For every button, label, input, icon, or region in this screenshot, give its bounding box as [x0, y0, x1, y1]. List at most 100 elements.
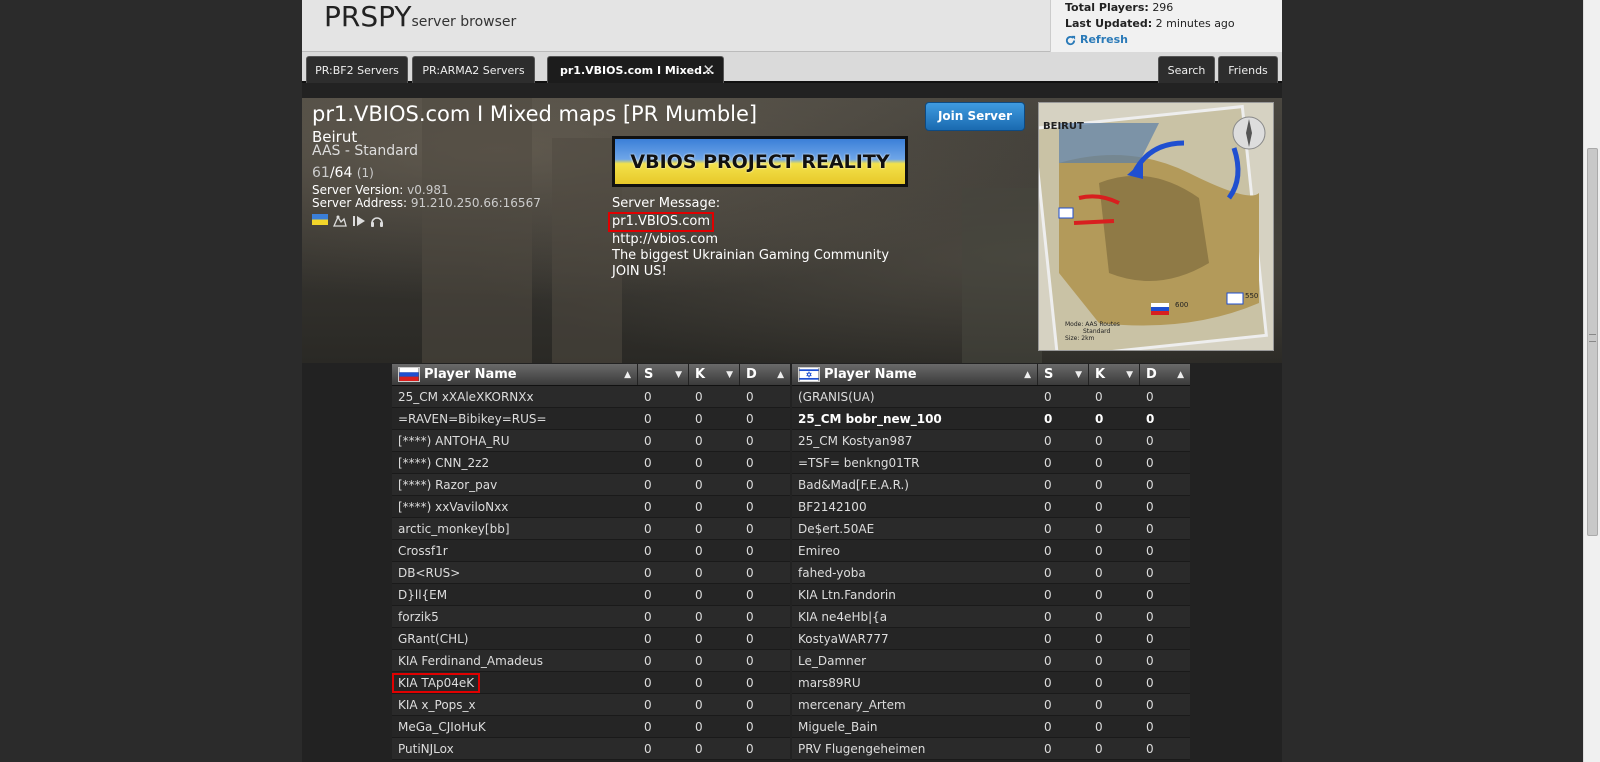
header-label: K [1095, 367, 1106, 382]
sort-desc-icon: ▼ [1075, 370, 1082, 380]
sort-score[interactable]: S ▼ [1038, 364, 1089, 385]
table-row[interactable]: DB<RUS> 0 0 0 [392, 562, 790, 584]
address-value: 91.210.250.66:16567 [410, 196, 541, 210]
table-row[interactable]: Crossf1r 0 0 0 [392, 540, 790, 562]
table-row[interactable]: KIA x_Pops_x 0 0 0 [392, 694, 790, 716]
table-row[interactable]: PutiNJLox 0 0 0 [392, 738, 790, 760]
table-row[interactable]: (GRANIS(UA) 0 0 0 [792, 386, 1190, 408]
logo[interactable]: PRSPYserver browser [324, 0, 516, 33]
player-kills: 0 [1095, 522, 1103, 536]
friends-button[interactable]: Friends [1218, 56, 1278, 83]
table-row[interactable]: Emireo 0 0 0 [792, 540, 1190, 562]
table-row[interactable]: D}ll{EM 0 0 0 [392, 584, 790, 606]
player-kills: 0 [695, 588, 703, 602]
sort-player-name[interactable]: Player Name ▲ [392, 364, 638, 385]
sort-score[interactable]: S ▼ [638, 364, 689, 385]
table-row[interactable]: BF2142100 0 0 0 [792, 496, 1190, 518]
map-preview-tickets-right: 550 [1245, 292, 1259, 300]
scrollbar-thumb[interactable] [1587, 148, 1598, 536]
search-button[interactable]: Search [1158, 56, 1215, 83]
table-row[interactable]: [****) ANTOHA_RU 0 0 0 [392, 430, 790, 452]
table-row[interactable]: PRV Flugengeheimen 0 0 0 [792, 738, 1190, 760]
player-deaths: 0 [746, 676, 754, 690]
table-row[interactable]: [****) Razor_pav 0 0 0 [392, 474, 790, 496]
table-row[interactable]: 25_CM xXAleXKORNXx 0 0 0 [392, 386, 790, 408]
player-name: BF2142100 [798, 500, 867, 514]
player-deaths: 0 [1146, 720, 1154, 734]
server-message-line: The biggest Ukrainian Gaming Community [612, 248, 890, 263]
tab-label: pr1.VBIOS.com I Mixed... [560, 64, 715, 77]
tab-label: PR:ARMA2 Servers [422, 64, 525, 77]
join-server-button[interactable]: Join Server [925, 102, 1025, 131]
player-deaths: 0 [746, 720, 754, 734]
player-kills: 0 [695, 544, 703, 558]
table-row[interactable]: =RAVEN=Bibikey=RUS= 0 0 0 [392, 408, 790, 430]
table-row[interactable]: mars89RU 0 0 0 [792, 672, 1190, 694]
player-name: Crossf1r [398, 544, 448, 558]
header-label: Player Name [424, 367, 517, 382]
player-name: 25_CM bobr_new_100 [798, 412, 942, 426]
player-deaths: 0 [1146, 676, 1154, 690]
player-score: 0 [644, 632, 652, 646]
last-updated-value: 2 minutes ago [1155, 17, 1235, 30]
player-deaths: 0 [746, 610, 754, 624]
player-score: 0 [644, 478, 652, 492]
table-row[interactable]: forzik5 0 0 0 [392, 606, 790, 628]
sort-player-name[interactable]: Player Name ▲ [792, 364, 1038, 385]
table-row[interactable]: =TSF= benkng01TR 0 0 0 [792, 452, 1190, 474]
tab-prarma2-servers[interactable]: PR:ARMA2 Servers [412, 56, 535, 83]
sort-deaths[interactable]: D ▲ [740, 364, 790, 385]
table-row[interactable]: Bad&Mad[F.E.A.R.) 0 0 0 [792, 474, 1190, 496]
sort-kills[interactable]: K ▼ [689, 364, 740, 385]
table-row[interactable]: mercenary_Artem 0 0 0 [792, 694, 1190, 716]
table-row[interactable]: arctic_monkey[bb] 0 0 0 [392, 518, 790, 540]
player-deaths: 0 [1146, 412, 1155, 426]
player-deaths: 0 [1146, 654, 1154, 668]
close-icon[interactable]: ✕ [702, 57, 715, 84]
total-players-value: 296 [1152, 1, 1174, 14]
table-row[interactable]: MeGa_CJIoHuK 0 0 0 [392, 716, 790, 738]
table-row[interactable]: GRant(CHL) 0 0 0 [392, 628, 790, 650]
player-kills: 0 [695, 676, 703, 690]
table-row[interactable]: 25_CM bobr_new_100 0 0 0 [792, 408, 1190, 430]
player-kills: 0 [1095, 588, 1103, 602]
page-scrollbar[interactable] [1583, 0, 1600, 762]
server-icons [312, 214, 384, 228]
player-deaths: 0 [1146, 566, 1154, 580]
player-name: mars89RU [798, 676, 861, 690]
table-row[interactable]: [****) xxVaviloNxx 0 0 0 [392, 496, 790, 518]
player-kills: 0 [1095, 676, 1103, 690]
refresh-button[interactable]: Refresh [1065, 32, 1282, 48]
tab-prbf2-servers[interactable]: PR:BF2 Servers [306, 56, 408, 83]
table-row[interactable]: KIA TAp04eK 0 0 0 [392, 672, 790, 694]
player-score: 0 [644, 588, 652, 602]
table-row[interactable]: fahed-yoba 0 0 0 [792, 562, 1190, 584]
player-deaths: 0 [1146, 610, 1154, 624]
table-row[interactable]: Le_Damner 0 0 0 [792, 650, 1190, 672]
player-deaths: 0 [746, 412, 754, 426]
player-score: 0 [1044, 478, 1052, 492]
sort-kills[interactable]: K ▼ [1089, 364, 1140, 385]
player-name: 25_CM Kostyan987 [798, 434, 913, 448]
search-label: Search [1167, 64, 1206, 77]
table-row[interactable]: [****) CNN_2z2 0 0 0 [392, 452, 790, 474]
map-preview[interactable]: BEIRUT 600 550 Mode: AAS Routes Standard… [1038, 102, 1274, 351]
player-deaths: 0 [746, 390, 754, 404]
address-label: Server Address: [312, 196, 407, 210]
table-row[interactable]: KIA Ferdinand_Amadeus 0 0 0 [392, 650, 790, 672]
player-deaths: 0 [746, 632, 754, 646]
table-row[interactable]: KIA ne4eHb|{a 0 0 0 [792, 606, 1190, 628]
player-name: [****) xxVaviloNxx [398, 500, 509, 514]
header-label: D [746, 367, 757, 382]
table-row[interactable]: 25_CM Kostyan987 0 0 0 [792, 430, 1190, 452]
map-preview-image [1039, 103, 1273, 350]
sort-deaths[interactable]: D ▲ [1140, 364, 1190, 385]
table-row[interactable]: KIA Ltn.Fandorin 0 0 0 [792, 584, 1190, 606]
tab-current-server[interactable]: pr1.VBIOS.com I Mixed... ✕ [547, 56, 724, 83]
server-message-line: pr1.VBIOS.com [608, 212, 715, 232]
table-row[interactable]: De$ert.50AE 0 0 0 [792, 518, 1190, 540]
player-name: De$ert.50AE [798, 522, 875, 536]
table-row[interactable]: Miguele_Bain 0 0 0 [792, 716, 1190, 738]
team2-header: Player Name ▲ S ▼ K ▼ D ▲ [792, 364, 1190, 386]
table-row[interactable]: KostyaWAR777 0 0 0 [792, 628, 1190, 650]
